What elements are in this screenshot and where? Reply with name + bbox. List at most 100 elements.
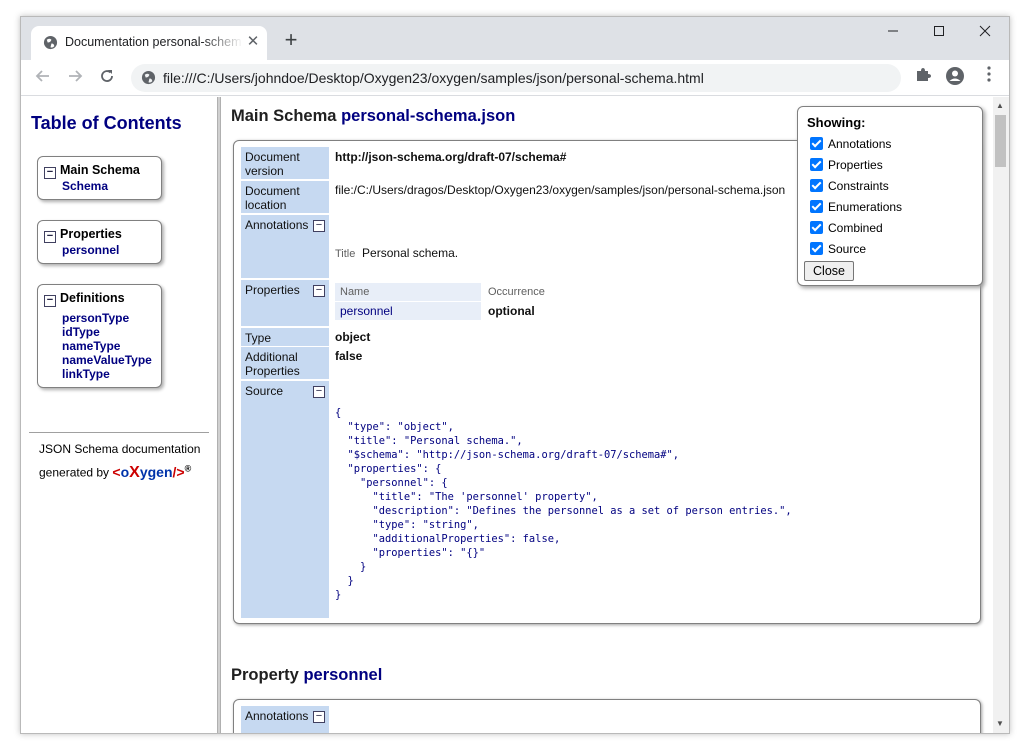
scroll-up-icon[interactable]: ▲ xyxy=(996,101,1004,110)
label-document-location: Document location xyxy=(241,181,329,213)
close-tab-icon[interactable]: ✕ xyxy=(245,34,261,50)
document-location-value: file:/C:/Users/dragos/Desktop/Oxygen23/o… xyxy=(335,183,786,197)
collapse-properties-icon[interactable]: − xyxy=(313,285,325,297)
annotation-row: Title Personal schema. xyxy=(335,246,458,260)
kebab-menu-icon xyxy=(987,66,991,82)
close-icon xyxy=(979,25,991,37)
checkbox-checked-icon[interactable] xyxy=(810,179,823,192)
toc-group-properties: − Properties personnel xyxy=(37,220,162,264)
collapse-icon[interactable]: − xyxy=(44,167,56,179)
scrollbar-thumb[interactable] xyxy=(995,115,1006,167)
site-info-icon[interactable] xyxy=(141,70,156,85)
type-value: object xyxy=(335,330,371,344)
toc-group-label: Definitions xyxy=(60,291,125,305)
show-constraints-checkbox[interactable]: Constraints xyxy=(810,178,889,194)
props-header-occurrence: Occurrence xyxy=(488,286,545,298)
scroll-down-icon[interactable]: ▼ xyxy=(996,719,1004,728)
vertical-scrollbar[interactable]: ▲ ▼ xyxy=(993,97,1009,733)
show-source-checkbox[interactable]: Source xyxy=(810,241,866,257)
footer-generated-by: generated by xyxy=(39,465,110,480)
browser-window: Documentation personal-schema.html ✕ + xyxy=(20,16,1010,734)
tab-title-fade xyxy=(201,32,243,54)
toc-title: Table of Contents xyxy=(31,113,182,133)
checkbox-checked-icon[interactable] xyxy=(810,158,823,171)
minimize-button[interactable] xyxy=(873,21,913,45)
toc-sidebar: Table of Contents − Main Schema Schema − P… xyxy=(21,97,217,733)
extensions-button[interactable] xyxy=(911,66,935,90)
property-heading: Property personnel xyxy=(231,666,383,684)
toc-group-label: Properties xyxy=(60,227,122,241)
property-panel: Annotations − xyxy=(233,699,981,733)
globe-icon xyxy=(43,35,58,50)
maximize-button[interactable] xyxy=(919,21,959,45)
checkbox-checked-icon[interactable] xyxy=(810,221,823,234)
label-additional-properties: Additional Properties xyxy=(241,347,329,379)
toc-group-label: Main Schema xyxy=(60,163,140,177)
new-tab-button[interactable]: + xyxy=(279,29,303,53)
show-properties-checkbox[interactable]: Properties xyxy=(810,157,883,173)
show-combined-checkbox[interactable]: Combined xyxy=(810,220,883,236)
showing-options-panel: Showing: Annotations Properties Constrai… xyxy=(797,106,983,286)
show-enumerations-checkbox[interactable]: Enumerations xyxy=(810,199,902,215)
browser-toolbar: file:///C:/Users/johndoe/Desktop/Oxygen2… xyxy=(21,60,1009,96)
toc-link-personnel[interactable]: personnel xyxy=(44,243,155,257)
label-source: Source − xyxy=(241,381,329,618)
toc-link-nametype[interactable]: nameType xyxy=(44,339,155,353)
maximize-icon xyxy=(934,26,944,36)
account-icon xyxy=(946,67,964,85)
checkbox-checked-icon[interactable] xyxy=(810,200,823,213)
checkbox-checked-icon[interactable] xyxy=(810,242,823,255)
sidebar-divider xyxy=(29,432,209,433)
label-property-annotations: Annotations − xyxy=(241,706,329,733)
toc-group-main-schema: − Main Schema Schema xyxy=(37,156,162,200)
label-annotations: Annotations − xyxy=(241,215,329,278)
toc-link-idtype[interactable]: idType xyxy=(44,325,155,339)
source-code: { "type": "object", "title": "Personal s… xyxy=(335,407,792,601)
toc-link-linktype[interactable]: linkType xyxy=(44,367,155,381)
collapse-icon[interactable]: − xyxy=(44,231,56,243)
toc-link-schema[interactable]: Schema xyxy=(44,179,155,193)
forward-arrow-icon xyxy=(69,70,83,82)
collapse-icon[interactable]: − xyxy=(44,295,56,307)
annotation-key: Title xyxy=(335,248,356,260)
collapse-annotations-icon[interactable]: − xyxy=(313,220,325,232)
collapse-source-icon[interactable]: − xyxy=(313,386,325,398)
sidebar-footer: JSON Schema documentation generated by <… xyxy=(39,440,209,483)
minimize-icon xyxy=(888,30,898,32)
property-link-personnel[interactable]: personnel xyxy=(340,304,393,318)
reload-button[interactable] xyxy=(95,66,119,90)
forward-button[interactable] xyxy=(63,66,87,90)
footer-line: JSON Schema documentation xyxy=(39,442,201,456)
reload-icon xyxy=(101,70,113,82)
menu-button[interactable] xyxy=(977,66,1001,90)
additional-properties-value: false xyxy=(335,349,363,363)
toc-link-namevaluetype[interactable]: nameValueType xyxy=(44,353,155,367)
back-button[interactable] xyxy=(31,66,55,90)
puzzle-icon xyxy=(917,68,931,81)
property-occurrence: optional xyxy=(488,304,535,318)
checkbox-checked-icon[interactable] xyxy=(810,137,823,150)
main-schema-heading: Main Schema personal-schema.json xyxy=(231,107,516,125)
showing-title: Showing: xyxy=(807,115,866,130)
main-pane: Main Schema personal-schema.json Documen… xyxy=(221,97,993,733)
page-content: Table of Contents − Main Schema Schema − P… xyxy=(21,97,1009,733)
props-header-name: Name xyxy=(340,286,370,298)
profile-button[interactable] xyxy=(943,66,967,90)
collapse-property-annotations-icon[interactable]: − xyxy=(313,711,325,723)
close-window-button[interactable] xyxy=(965,21,1005,45)
back-arrow-icon xyxy=(35,70,49,82)
label-properties: Properties − xyxy=(241,280,329,326)
toc-group-definitions: − Definitions personType idType nameType … xyxy=(37,284,162,388)
tab-strip: Documentation personal-schema.html ✕ + xyxy=(21,17,1009,60)
browser-tab[interactable]: Documentation personal-schema.html ✕ xyxy=(31,26,267,60)
annotation-value: Personal schema. xyxy=(362,246,459,260)
oxygen-logo-link[interactable]: <oXygen/>® xyxy=(112,463,191,481)
close-showing-button[interactable]: Close xyxy=(804,261,854,281)
show-annotations-checkbox[interactable]: Annotations xyxy=(810,136,891,152)
address-bar[interactable]: file:///C:/Users/johndoe/Desktop/Oxygen2… xyxy=(131,64,901,92)
document-version-value: http://json-schema.org/draft-07/schema# xyxy=(335,150,567,164)
url-text: file:///C:/Users/johndoe/Desktop/Oxygen2… xyxy=(163,70,704,86)
toc-link-persontype[interactable]: personType xyxy=(44,311,155,325)
label-document-version: Document version xyxy=(241,147,329,179)
label-type: Type xyxy=(241,328,329,346)
